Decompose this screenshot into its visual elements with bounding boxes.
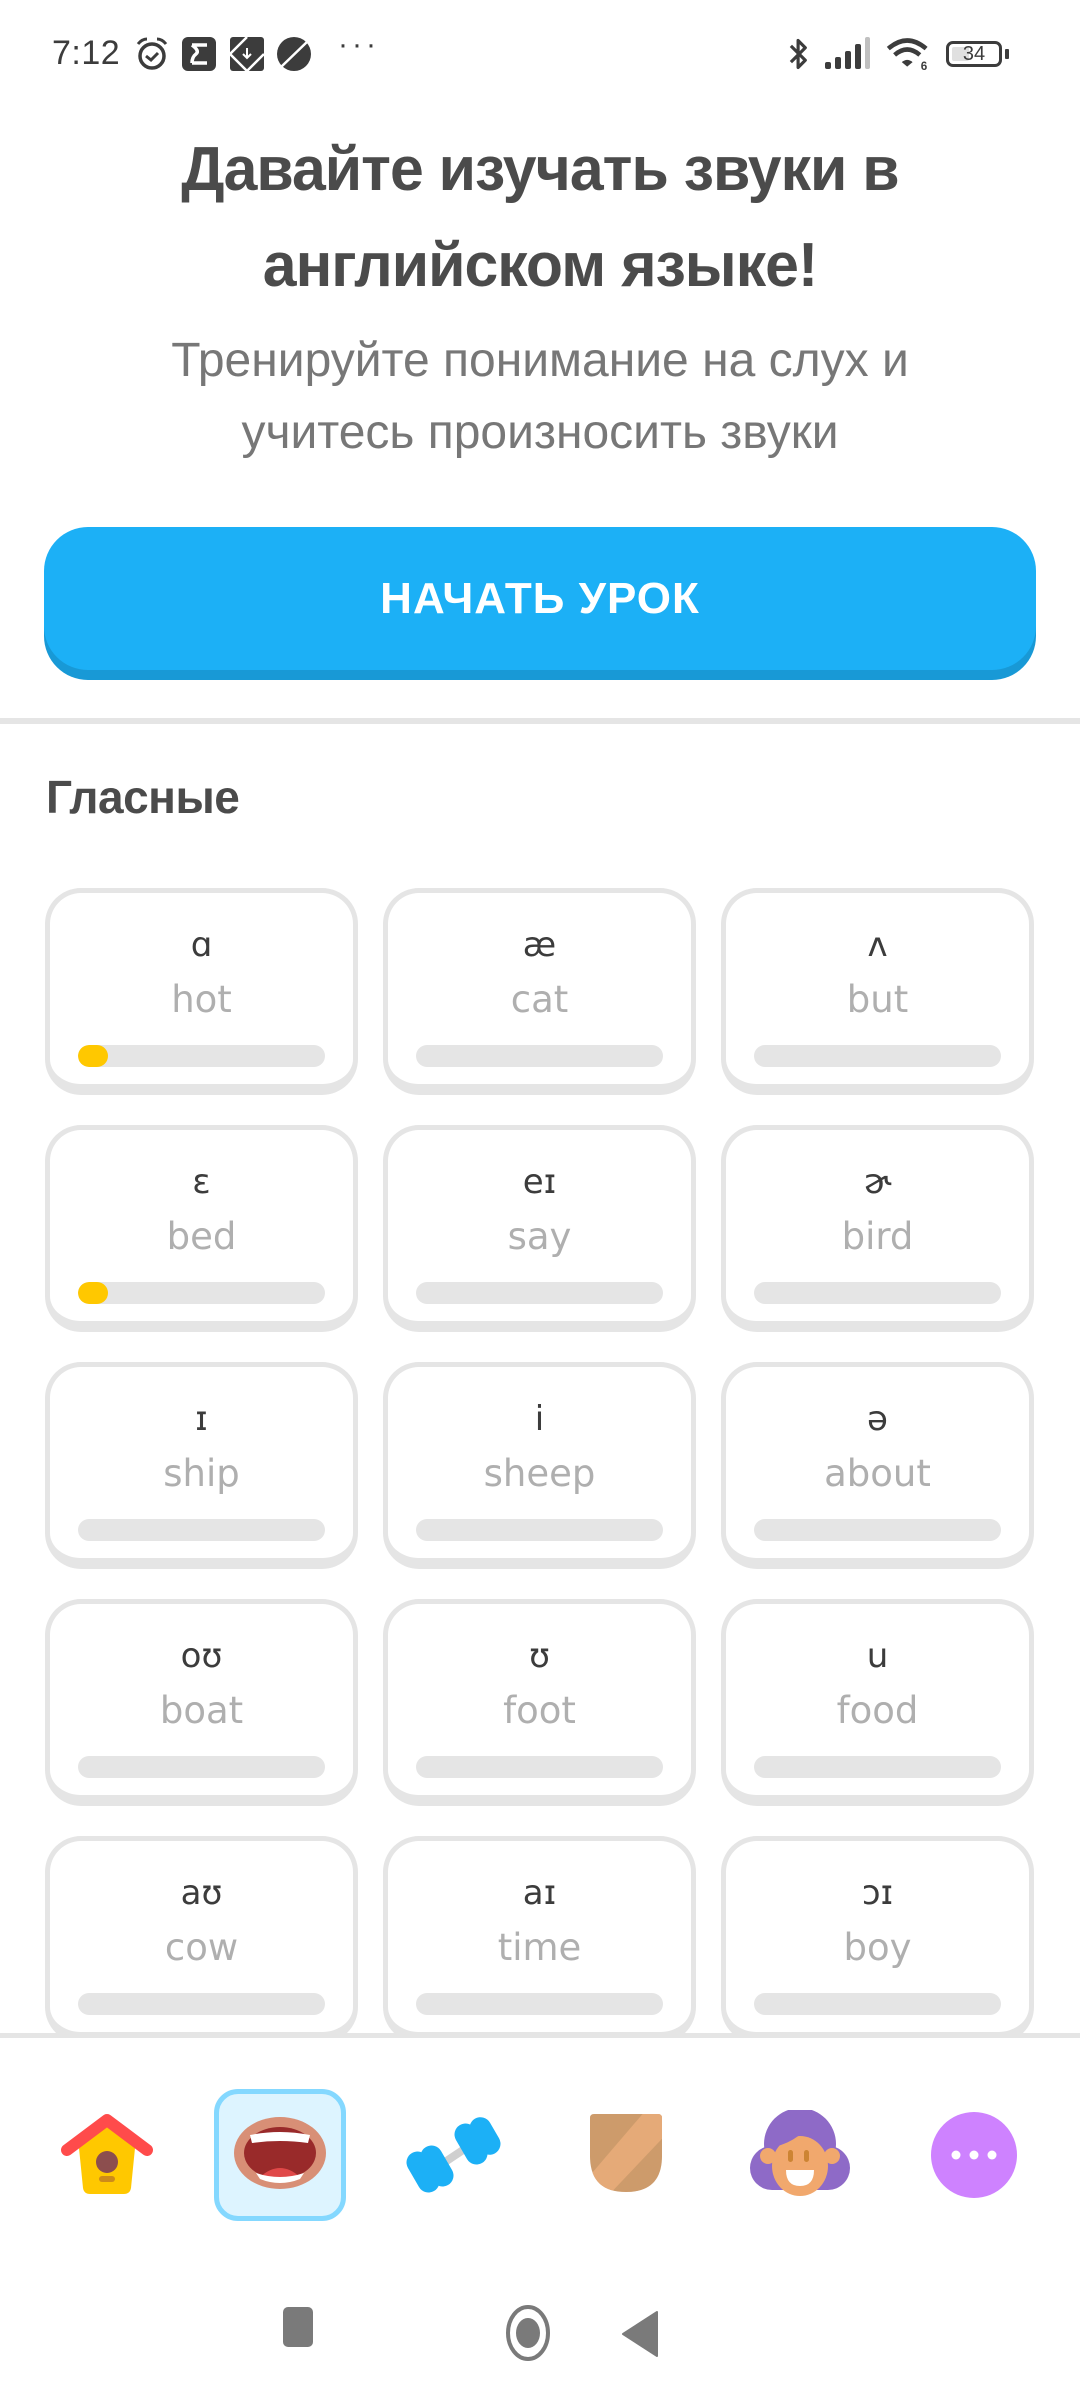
vowel-card-say[interactable]: eɪ say [383,1125,696,1332]
vowel-example-word: foot [503,1689,576,1732]
system-navigation-bar [0,2240,1080,2400]
vowel-symbol: ɔɪ [861,1873,894,1913]
vowel-symbol: u [866,1636,889,1676]
vowel-example-word: hot [171,978,232,1021]
progress-fill [78,1282,108,1304]
vowel-symbol: ɛ [192,1162,211,1202]
nav-item-pronunciation[interactable] [214,2089,346,2221]
vowel-card-foot[interactable]: ʊ foot [383,1599,696,1806]
vowel-symbol: oʊ [180,1636,223,1676]
progress-bar [754,1756,1001,1778]
mouth-icon [234,2117,326,2189]
progress-bar [416,1756,663,1778]
vowel-symbol: i [534,1399,545,1439]
vowel-example-word: time [497,1926,582,1969]
progress-bar [754,1045,1001,1067]
dumbbell-icon [406,2117,501,2193]
vowel-symbol: ɚ [863,1162,892,1202]
vowel-example-word: boy [843,1926,912,1969]
nav-item-home[interactable] [41,2089,173,2221]
vowel-example-word: ship [163,1452,240,1495]
avatar-icon [750,2110,850,2196]
more-icon [931,2112,1017,2198]
progress-fill [78,1045,108,1067]
vowel-symbol: ɪ [195,1399,208,1439]
vowel-symbol: ʊ [528,1636,550,1676]
vowel-example-word: sheep [483,1452,596,1495]
vowel-card-but[interactable]: ʌ but [721,888,1034,1095]
vowel-example-word: cat [510,978,569,1021]
vowel-symbol: ə [867,1399,888,1439]
nav-item-leagues[interactable] [560,2089,692,2221]
vowel-card-bed[interactable]: ɛ bed [45,1125,358,1332]
vowel-card-boat[interactable]: oʊ boat [45,1599,358,1806]
vowel-card-cat[interactable]: æ cat [383,888,696,1095]
vowel-grid: ɑ hot æ cat ʌ but ɛ bed eɪ say ɚ bird ɪ ship i sheep ə ab… [0,0,1080,2034]
vowel-card-time[interactable]: aɪ time [383,1836,696,2034]
progress-bar [754,1519,1001,1541]
birdhouse-icon [61,2114,153,2194]
progress-bar [416,1282,663,1304]
bottom-nav [0,2038,1080,2221]
back-button[interactable] [620,2310,660,2358]
vowel-example-word: bird [841,1215,914,1258]
vowel-example-word: cow [164,1926,239,1969]
progress-bar [416,1519,663,1541]
progress-bar [78,1756,325,1778]
vowel-symbol: ʌ [867,925,888,965]
vowel-example-word: bed [166,1215,237,1258]
progress-bar [78,1282,325,1304]
vowel-card-about[interactable]: ə about [721,1362,1034,1569]
nav-item-profile[interactable] [734,2089,866,2221]
progress-bar [754,1993,1001,2015]
home-button[interactable] [505,2304,551,2362]
progress-bar [78,1519,325,1541]
vowel-card-ship[interactable]: ɪ ship [45,1362,358,1569]
vowel-example-word: say [507,1215,572,1258]
progress-bar [78,1993,325,2015]
progress-bar [78,1045,325,1067]
recents-button[interactable] [282,2306,314,2348]
vowel-symbol: aɪ [522,1873,557,1913]
vowel-card-hot[interactable]: ɑ hot [45,888,358,1095]
shield-icon [590,2114,662,2192]
nav-item-more[interactable] [908,2089,1040,2221]
vowel-card-sheep[interactable]: i sheep [383,1362,696,1569]
vowel-card-boy[interactable]: ɔɪ boy [721,1836,1034,2034]
vowel-example-word: boat [159,1689,244,1732]
nav-item-practice[interactable] [388,2089,520,2221]
progress-bar [416,1045,663,1067]
vowel-symbol: aʊ [180,1873,223,1913]
progress-bar [416,1993,663,2015]
vowel-card-food[interactable]: u food [721,1599,1034,1806]
vowel-card-bird[interactable]: ɚ bird [721,1125,1034,1332]
vowel-example-word: food [836,1689,919,1732]
vowel-symbol: eɪ [522,1162,557,1202]
vowel-card-cow[interactable]: aʊ cow [45,1836,358,2034]
vowel-example-word: about [824,1452,931,1495]
progress-bar [754,1282,1001,1304]
vowel-symbol: æ [522,925,557,965]
vowel-symbol: ɑ [190,925,213,965]
vowel-example-word: but [846,978,909,1021]
